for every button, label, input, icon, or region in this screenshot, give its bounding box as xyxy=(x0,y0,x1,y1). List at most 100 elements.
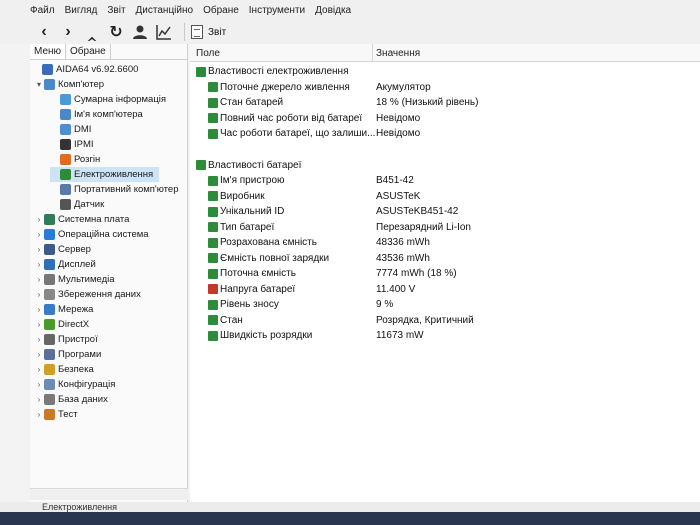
expand-arrow-icon[interactable]: › xyxy=(34,305,44,314)
tree-item[interactable]: › DirectX xyxy=(34,317,89,332)
column-divider[interactable] xyxy=(372,44,373,62)
expand-arrow-icon[interactable]: › xyxy=(34,215,44,224)
battery-icon xyxy=(208,315,218,325)
field-value: B451-42 xyxy=(376,175,414,186)
tree-item[interactable]: › Програми xyxy=(34,347,101,362)
field-label: Стан xyxy=(220,314,243,326)
expand-arrow-icon[interactable]: › xyxy=(34,335,44,344)
detail-row[interactable]: Стан Розрядка, Критичний xyxy=(190,313,700,328)
tree-item-icon xyxy=(44,274,55,285)
tree-item[interactable]: › Мультимедіа xyxy=(34,272,115,287)
tree-item-label: Збереження даних xyxy=(58,289,141,300)
tree-item-icon xyxy=(60,199,71,210)
expand-arrow-icon[interactable]: › xyxy=(34,275,44,284)
menu-favorites[interactable]: Обране xyxy=(203,5,239,16)
section-title: Властивості батареї xyxy=(208,159,302,171)
tree-item[interactable]: AIDA64 v6.92.6600 xyxy=(32,62,138,77)
tree-item-label: DMI xyxy=(74,124,92,135)
expand-arrow-icon[interactable]: › xyxy=(34,365,44,374)
back-button[interactable]: ‹ xyxy=(34,22,54,42)
column-field[interactable]: Поле xyxy=(196,48,220,59)
detail-row[interactable]: Розрахована ємність 48336 mWh xyxy=(190,235,700,250)
tree-item-icon xyxy=(44,244,55,255)
menu-view[interactable]: Вигляд xyxy=(65,5,98,16)
tree-item[interactable]: IPMI xyxy=(50,137,94,152)
field-label: Час роботи батареї, що залиши... xyxy=(220,128,376,139)
tree-item[interactable]: › Мережа xyxy=(34,302,93,317)
expand-arrow-icon[interactable]: › xyxy=(34,395,44,404)
tree-item[interactable]: DMI xyxy=(50,122,91,137)
detail-row[interactable]: Поточне джерело живлення Акумулятор xyxy=(190,80,700,95)
menu-report[interactable]: Звіт xyxy=(107,5,125,16)
tree-item[interactable]: › База даних xyxy=(34,392,108,407)
chart-button[interactable] xyxy=(154,22,174,42)
tree-item[interactable]: Датчик xyxy=(50,197,104,212)
field-label: Ємність повної зарядки xyxy=(220,252,330,264)
document-icon xyxy=(191,25,203,39)
field-value: 48336 mWh xyxy=(376,237,430,248)
tree-item[interactable]: Портативний комп'ютер xyxy=(50,182,178,197)
tree-item-icon xyxy=(44,349,55,360)
refresh-icon: ↻ xyxy=(109,24,123,41)
tree-item-label: Мережа xyxy=(58,304,94,315)
menu-file[interactable]: Файл xyxy=(30,5,55,16)
toolbar: ‹ › ‸ ↻ Звіт xyxy=(0,20,700,44)
tree-item[interactable]: Електроживлення xyxy=(50,167,160,182)
tree-item[interactable]: ▾ Комп'ютер xyxy=(34,77,104,92)
tree-item-label: Програми xyxy=(58,349,102,360)
tree-item-icon xyxy=(44,79,55,90)
detail-row[interactable]: Поточна ємність 7774 mWh (18 %) xyxy=(190,266,700,281)
user-button[interactable] xyxy=(130,22,150,42)
detail-row[interactable]: Час роботи батареї, що залиши... Невідомо xyxy=(190,126,700,141)
detail-row[interactable]: Унікальний ID ASUSTeKB451-42 xyxy=(190,204,700,219)
tree-horizontal-scrollbar[interactable] xyxy=(30,488,188,500)
detail-row[interactable]: Напруга батареї 11.400 V xyxy=(190,282,700,297)
status-bar: Електроживлення xyxy=(0,502,700,512)
detail-row[interactable]: Ємність повної зарядки 43536 mWh xyxy=(190,251,700,266)
forward-button[interactable]: › xyxy=(58,22,78,42)
user-icon xyxy=(133,25,147,39)
tree-item-icon xyxy=(44,364,55,375)
menu-tools[interactable]: Інструменти xyxy=(249,5,305,16)
expand-arrow-icon[interactable]: › xyxy=(34,260,44,269)
expand-arrow-icon[interactable]: › xyxy=(34,410,44,419)
tree-item[interactable]: › Операційна система xyxy=(34,227,149,242)
refresh-button[interactable]: ↻ xyxy=(106,22,126,42)
field-value: 43536 mWh xyxy=(376,252,430,264)
tree-item[interactable]: › Пристрої xyxy=(34,332,98,347)
expand-arrow-icon[interactable]: › xyxy=(34,350,44,359)
tree-item[interactable]: Ім'я комп'ютера xyxy=(50,107,143,122)
expand-arrow-icon[interactable]: › xyxy=(34,320,44,329)
detail-row[interactable]: Швидкість розрядки 11673 mW xyxy=(190,328,700,343)
tree-item[interactable]: Розгін xyxy=(50,152,100,167)
expand-arrow-icon[interactable]: › xyxy=(34,245,44,254)
expand-arrow-icon[interactable]: › xyxy=(34,380,44,389)
expand-arrow-icon[interactable]: › xyxy=(34,230,44,239)
report-button[interactable]: Звіт xyxy=(191,25,226,39)
tree-item[interactable]: › Системна плата xyxy=(34,212,129,227)
menu-remote[interactable]: Дистанційно xyxy=(136,5,194,16)
battery-icon xyxy=(208,113,218,123)
tab-menu[interactable]: Меню xyxy=(30,44,67,59)
detail-row[interactable]: Виробник ASUSTeK xyxy=(190,189,700,204)
tree-item[interactable]: › Тест xyxy=(34,407,78,422)
tree-item[interactable]: › Дисплей xyxy=(34,257,96,272)
detail-row[interactable]: Ім'я пристрою B451-42 xyxy=(190,173,700,188)
tab-favorites[interactable]: Обране xyxy=(66,44,111,59)
tree-item[interactable]: › Безпека xyxy=(34,362,94,377)
expand-arrow-icon[interactable]: › xyxy=(34,290,44,299)
tree-item[interactable]: › Збереження даних xyxy=(34,287,141,302)
tree-item-label: Конфігурація xyxy=(58,379,116,390)
detail-row[interactable]: Тип батареї Перезарядний Li-Ion xyxy=(190,220,700,235)
expand-arrow-icon[interactable]: ▾ xyxy=(34,80,44,89)
tree-item[interactable]: › Конфігурація xyxy=(34,377,115,392)
tree-item[interactable]: Сумарна інформація xyxy=(50,92,166,107)
menu-help[interactable]: Довідка xyxy=(315,5,351,16)
tree-item[interactable]: › Сервер xyxy=(34,242,91,257)
field-value: ASUSTeKB451-42 xyxy=(376,206,459,217)
detail-row[interactable]: Рівень зносу 9 % xyxy=(190,297,700,312)
detail-row[interactable]: Повний час роботи від батареї Невідомо xyxy=(190,111,700,126)
up-button[interactable]: ‸ xyxy=(82,22,102,42)
column-value[interactable]: Значення xyxy=(376,48,420,59)
detail-row[interactable]: Стан батарей 18 % (Низький рівень) xyxy=(190,95,700,110)
